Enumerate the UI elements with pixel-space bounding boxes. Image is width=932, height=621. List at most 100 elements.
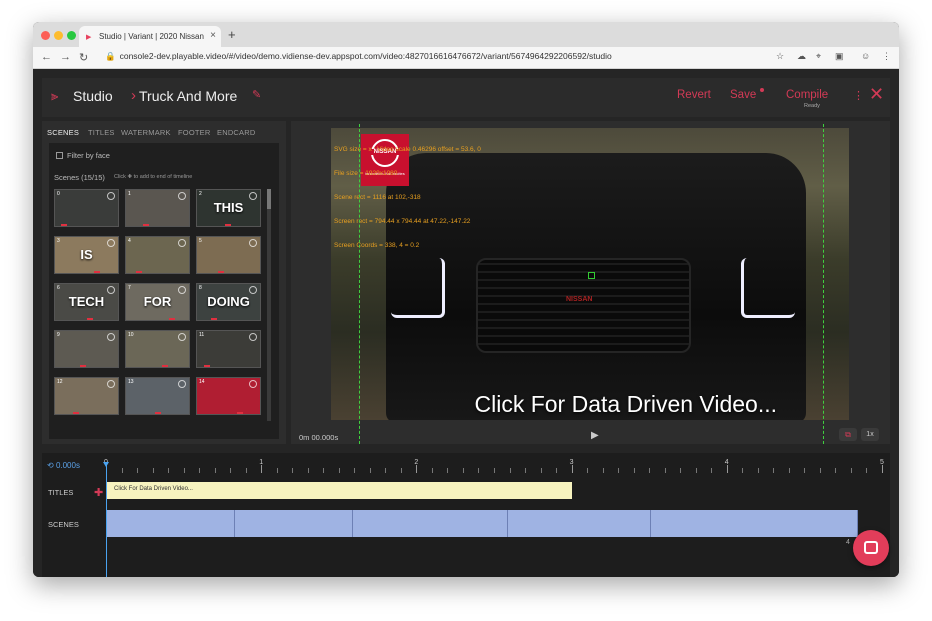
ruler-tick <box>323 468 325 473</box>
star-icon[interactable]: ☆ <box>776 51 784 62</box>
add-scene-icon[interactable] <box>107 333 115 341</box>
title-clip[interactable]: Click For Data Driven Video... <box>106 482 572 499</box>
scenes-list: Filter by face Scenes (15/15) Click ✚ to… <box>49 143 279 439</box>
forward-icon[interactable]: → <box>60 51 71 63</box>
scene-clip[interactable] <box>508 510 651 537</box>
close-icon[interactable]: ✕ <box>869 84 884 105</box>
add-scene-icon[interactable] <box>178 286 186 294</box>
scene-thumbnail[interactable]: 13 <box>125 377 190 415</box>
filter-by-face-checkbox[interactable]: Filter by face <box>56 151 110 160</box>
add-scene-icon[interactable] <box>249 333 257 341</box>
focus-point-handle[interactable] <box>588 272 595 279</box>
scene-thumbnail[interactable]: 12 <box>54 377 119 415</box>
tab-titles[interactable]: TITLES <box>88 128 115 137</box>
loop-toggle[interactable]: ⟲ 0.000s <box>47 461 80 470</box>
minimize-window-icon[interactable] <box>54 31 63 40</box>
maximize-window-icon[interactable] <box>67 31 76 40</box>
checkbox-icon[interactable] <box>56 152 63 159</box>
add-scene-icon[interactable] <box>178 380 186 388</box>
add-scene-icon[interactable] <box>249 239 257 247</box>
scene-number: 7 <box>128 285 131 291</box>
extension-cloud-icon[interactable]: ☁ <box>797 51 806 62</box>
add-scene-icon[interactable] <box>178 239 186 247</box>
scene-clip[interactable] <box>353 510 508 537</box>
add-scene-icon[interactable] <box>107 192 115 200</box>
crop-icon[interactable]: ⧉ <box>839 428 857 441</box>
extension-box-icon[interactable]: ▣ <box>835 51 844 62</box>
ruler-tick <box>882 465 883 473</box>
reload-icon[interactable]: ↻ <box>79 51 88 64</box>
scene-thumbnail[interactable]: 1 <box>125 189 190 227</box>
add-scene-icon[interactable] <box>107 239 115 247</box>
safe-area-guide-left[interactable] <box>359 124 360 444</box>
scene-marker <box>169 318 175 320</box>
revert-button[interactable]: Revert <box>677 89 711 101</box>
title-clip-text: Click For Data Driven Video... <box>114 486 193 492</box>
ruler-tick <box>664 468 666 473</box>
scene-thumbnail[interactable]: 0 <box>54 189 119 227</box>
save-button[interactable]: Save <box>730 89 756 101</box>
timeline: ⟲ 0.000s 012345 TITLES ✚ Click For Data … <box>42 453 890 577</box>
tab-scenes[interactable]: SCENES <box>47 128 79 137</box>
scene-number: 1 <box>128 191 131 197</box>
scene-thumbnail[interactable]: 3 IS <box>54 236 119 274</box>
tab-footer[interactable]: FOOTER <box>178 128 210 137</box>
scene-clip[interactable] <box>106 510 235 537</box>
ruler-tick <box>400 468 402 473</box>
safe-area-guide-right[interactable] <box>823 124 824 444</box>
scene-clip[interactable] <box>235 510 353 537</box>
close-tab-icon[interactable]: × <box>210 30 216 41</box>
edit-title-icon[interactable]: ✎ <box>252 88 261 101</box>
extension-pin-icon[interactable]: ⌖ <box>816 51 821 62</box>
add-scene-icon[interactable] <box>178 192 186 200</box>
back-icon[interactable]: ← <box>41 51 52 63</box>
playhead[interactable] <box>103 462 109 577</box>
chat-button[interactable] <box>853 530 889 566</box>
playback-speed-button[interactable]: 1x <box>861 428 879 441</box>
compile-button[interactable]: Compile <box>786 89 828 101</box>
scene-thumbnail[interactable]: 14 <box>196 377 261 415</box>
browser-tab[interactable]: ▶ Studio | Variant | 2020 Nissan × <box>79 26 221 47</box>
scene-thumbnail[interactable]: 7 FOR <box>125 283 190 321</box>
scene-clip[interactable] <box>651 510 858 537</box>
scene-thumbnail[interactable]: 4 <box>125 236 190 274</box>
ruler-tick <box>540 468 542 473</box>
add-scene-icon[interactable] <box>107 380 115 388</box>
logo-icon[interactable]: ⫸ <box>51 88 58 104</box>
scene-thumbnail[interactable]: 10 <box>125 330 190 368</box>
scene-thumbnail[interactable]: 6 TECH <box>54 283 119 321</box>
scene-thumbnail[interactable]: 2 THIS <box>196 189 261 227</box>
add-scene-icon[interactable] <box>249 192 257 200</box>
play-icon[interactable]: ▶ <box>591 430 599 441</box>
scene-marker <box>162 365 168 367</box>
scene-word: DOING <box>207 294 250 309</box>
url-field[interactable]: 🔒 console2-dev.playable.video/#/video/dem… <box>105 51 612 62</box>
add-scene-icon[interactable] <box>107 286 115 294</box>
video-preview[interactable]: NISSAN NISSAN innovation that excites SV… <box>331 128 849 420</box>
profile-avatar-icon[interactable]: ☺ <box>861 51 870 61</box>
add-title-icon[interactable]: ✚ <box>94 486 103 499</box>
tab-watermark[interactable]: WATERMARK <box>121 128 171 137</box>
add-scene-icon[interactable] <box>249 380 257 388</box>
title-overlay-text[interactable]: Click For Data Driven Video... <box>331 391 849 418</box>
more-options-icon[interactable]: ⋮ <box>853 89 864 102</box>
scene-thumbnail[interactable]: 8 DOING <box>196 283 261 321</box>
breadcrumb-root[interactable]: Studio <box>73 88 113 104</box>
ruler-tick <box>804 468 806 473</box>
add-scene-icon[interactable] <box>249 286 257 294</box>
scene-thumbnail[interactable]: 9 <box>54 330 119 368</box>
close-window-icon[interactable] <box>41 31 50 40</box>
scene-thumbnail[interactable]: 11 <box>196 330 261 368</box>
scene-thumbnail[interactable]: 5 <box>196 236 261 274</box>
browser-menu-icon[interactable]: ⋮ <box>882 51 891 62</box>
studio-header: ⫸ Studio › Truck And More ✎ Revert Save … <box>42 78 890 117</box>
add-scene-icon[interactable] <box>178 333 186 341</box>
ruler-tick <box>525 468 527 473</box>
scenes-scrollbar[interactable] <box>267 189 271 421</box>
tab-endcard[interactable]: ENDCARD <box>217 128 256 137</box>
browser-tab-strip: ▶ Studio | Variant | 2020 Nissan × + <box>33 22 899 47</box>
scrollbar-thumb[interactable] <box>267 189 271 209</box>
new-tab-icon[interactable]: + <box>228 27 236 42</box>
time-ruler[interactable]: 012345 <box>104 459 884 473</box>
ruler-tick <box>245 468 247 473</box>
